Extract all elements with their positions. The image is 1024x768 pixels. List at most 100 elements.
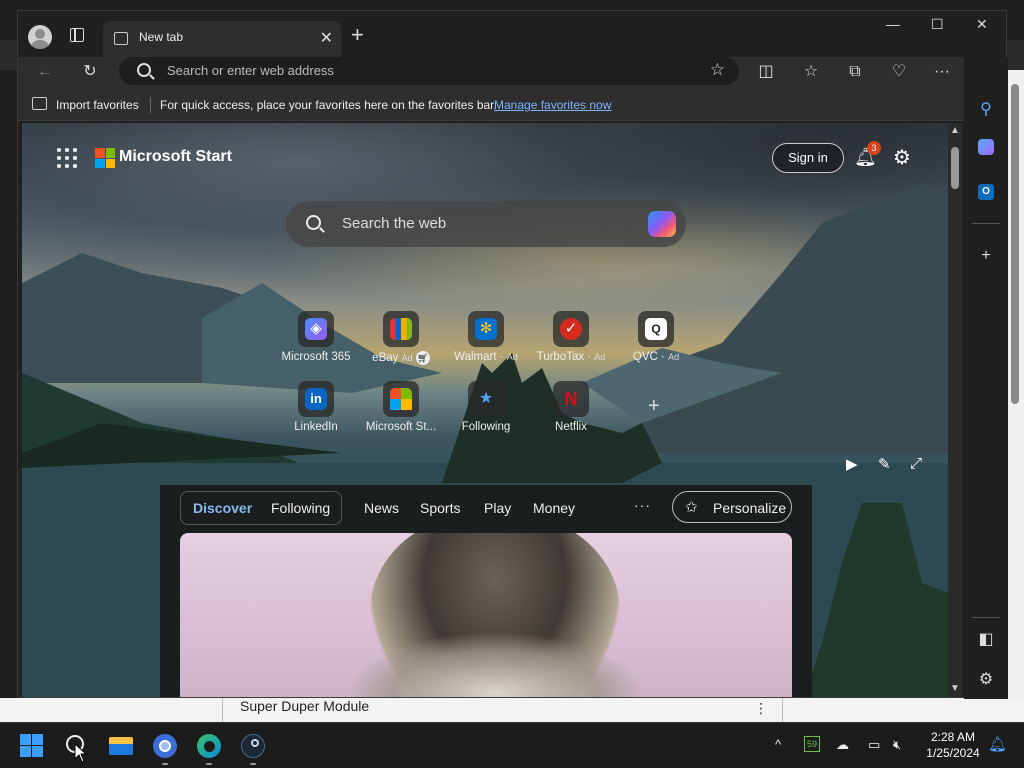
- search-icon[interactable]: ⚲: [975, 99, 997, 121]
- browser-essentials-icon[interactable]: ♡: [888, 61, 910, 83]
- quick-link-following[interactable]: ★ Following: [446, 381, 526, 433]
- tab-discover[interactable]: Discover: [193, 500, 252, 516]
- netflix-icon: N: [564, 389, 578, 409]
- navigation-toolbar: ← ↻ Search or enter web address ☆ ◫ ☆ ⧉ …: [18, 57, 1006, 87]
- tab-new-tab[interactable]: New tab ✕: [103, 21, 341, 57]
- favorites-icon[interactable]: ☆: [800, 61, 822, 83]
- personalize-icon: ✩: [685, 499, 698, 516]
- feed-link-money[interactable]: Money: [533, 500, 575, 516]
- favorites-hint: For quick access, place your favorites h…: [160, 98, 497, 112]
- taskbar: ^ 59 ☁ ▭ 🔇︎ 2:28 AM 1/25/2024 🔔︎: [0, 722, 1024, 768]
- volume-muted-icon[interactable]: 🔇︎: [893, 737, 901, 753]
- walmart-icon: ✻: [475, 318, 497, 340]
- tray-app-badge[interactable]: 59: [804, 736, 820, 752]
- brand-title[interactable]: Microsoft Start: [119, 148, 232, 166]
- divider: [222, 698, 223, 722]
- start-windows-icon[interactable]: [20, 734, 44, 758]
- minimize-icon[interactable]: —: [886, 16, 900, 32]
- quick-link-qvc[interactable]: Q QVC · Ad: [616, 311, 696, 363]
- copilot-sidebar-icon[interactable]: [975, 139, 997, 161]
- quick-link-ebay[interactable]: eBay Ad 🛒︎: [361, 311, 441, 365]
- tile-label: eBay Ad 🛒︎: [372, 351, 430, 365]
- running-indicator: [206, 763, 212, 765]
- quick-link-turbotax[interactable]: ✓ TurboTax · Ad: [531, 311, 611, 363]
- turbotax-icon: ✓: [560, 318, 582, 340]
- network-icon[interactable]: ▭: [868, 737, 880, 753]
- chrome-icon[interactable]: [151, 732, 179, 765]
- collections-icon[interactable]: ⧉: [844, 61, 866, 83]
- feed-link-sports[interactable]: Sports: [420, 500, 460, 516]
- feed-link-news[interactable]: News: [364, 500, 399, 516]
- favorite-star-icon[interactable]: ☆: [710, 60, 725, 80]
- personalize-button[interactable]: ✩ Personalize: [672, 491, 792, 523]
- page-settings-icon[interactable]: ⚙: [893, 145, 911, 170]
- sidebar-settings-icon[interactable]: ⚙: [975, 669, 997, 691]
- edge-icon[interactable]: [195, 732, 223, 765]
- more-options-icon[interactable]: ⋮: [754, 700, 768, 717]
- file-explorer-icon[interactable]: [107, 732, 135, 760]
- browser-window: New tab ✕ + — ☐ ✕ ← ↻ Search or enter we…: [17, 10, 1008, 699]
- hide-sidebar-icon[interactable]: ◧: [975, 629, 997, 651]
- cloud-sync-icon[interactable]: ☁: [836, 737, 849, 753]
- back-icon[interactable]: ←: [34, 61, 56, 83]
- clock-time: 2:28 AM: [930, 730, 976, 744]
- settings-more-icon[interactable]: ···: [931, 61, 953, 83]
- microsoft-logo-icon: [95, 148, 115, 168]
- quick-link-microsoft-store[interactable]: Microsoft St...: [361, 381, 441, 433]
- scrollbar-thumb[interactable]: [951, 147, 959, 189]
- quick-link-microsoft-365[interactable]: ◈ Microsoft 365: [276, 311, 356, 363]
- favorites-bar: Import favorites For quick access, place…: [18, 87, 1006, 121]
- scroll-up-icon[interactable]: ▲: [950, 125, 960, 136]
- tab-following[interactable]: Following: [271, 500, 330, 516]
- quick-link-netflix[interactable]: N Netflix: [531, 381, 611, 433]
- play-background-icon[interactable]: ▶: [846, 455, 858, 473]
- tab-title: New tab: [139, 30, 184, 44]
- web-search-box[interactable]: Search the web: [286, 201, 686, 247]
- import-icon: [32, 97, 47, 110]
- outlook-icon[interactable]: O: [975, 179, 997, 201]
- maximize-icon[interactable]: ☐: [931, 16, 944, 33]
- manage-favorites-link[interactable]: Manage favorites now: [494, 98, 611, 112]
- search-icon: [137, 63, 151, 77]
- notification-center-icon[interactable]: 🔔︎: [988, 735, 1007, 753]
- page-scrollbar[interactable]: ▲ ▼: [948, 123, 962, 697]
- profile-avatar-icon[interactable]: [28, 25, 52, 49]
- sign-in-button[interactable]: Sign in: [772, 143, 844, 173]
- apps-launcher-icon[interactable]: [57, 148, 77, 168]
- new-tab-button[interactable]: +: [351, 24, 364, 46]
- divider: [782, 698, 783, 722]
- address-bar[interactable]: Search or enter web address ☆: [119, 57, 739, 85]
- tab-actions-icon[interactable]: [70, 28, 84, 42]
- feed-link-play[interactable]: Play: [484, 500, 511, 516]
- tile-box: in: [298, 381, 334, 417]
- tile-box: ✓: [553, 311, 589, 347]
- add-icon[interactable]: +: [975, 245, 997, 267]
- import-favorites-button[interactable]: Import favorites: [56, 98, 139, 112]
- feed-hero-image[interactable]: [180, 533, 792, 697]
- quick-link-walmart[interactable]: ✻ Walmart · Ad: [446, 311, 526, 363]
- fullscreen-icon[interactable]: ⤢: [910, 455, 922, 472]
- copilot-icon[interactable]: [648, 211, 676, 237]
- show-hidden-icons-icon[interactable]: ^: [775, 737, 781, 752]
- system-clock[interactable]: 2:28 AM 1/25/2024: [920, 729, 986, 761]
- add-quick-link-icon[interactable]: +: [648, 395, 660, 418]
- feed-panel: Discover Following News Sports Play Mone…: [160, 485, 812, 697]
- split-screen-icon[interactable]: ◫: [755, 61, 777, 83]
- divider: [972, 223, 1000, 224]
- scrollbar-thumb[interactable]: [1011, 84, 1019, 404]
- close-tab-icon[interactable]: ✕: [320, 28, 333, 48]
- search-icon: [306, 215, 321, 230]
- running-indicator: [250, 763, 256, 765]
- feed-tab-group: Discover Following: [180, 491, 342, 525]
- tab-bar: New tab ✕ + — ☐ ✕: [18, 11, 1006, 57]
- mouse-cursor-icon: [74, 743, 88, 763]
- more-feed-links-button[interactable]: ···: [634, 497, 651, 513]
- module-title[interactable]: Super Duper Module: [240, 698, 369, 714]
- edit-background-icon[interactable]: ✎: [878, 455, 891, 473]
- quick-link-linkedin[interactable]: in LinkedIn: [276, 381, 356, 433]
- background-scrollbar[interactable]: [1006, 70, 1024, 720]
- steam-icon[interactable]: [239, 732, 267, 765]
- close-window-icon[interactable]: ✕: [976, 16, 988, 33]
- refresh-icon[interactable]: ↻: [79, 61, 101, 83]
- scroll-down-icon[interactable]: ▼: [950, 683, 960, 694]
